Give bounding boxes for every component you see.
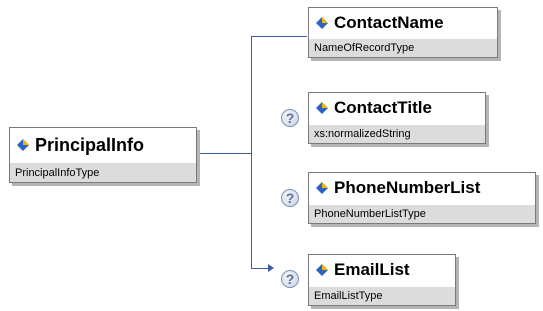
node-name: ContactTitle bbox=[334, 98, 432, 117]
element-icon bbox=[316, 264, 328, 276]
node-phonenumberlist[interactable]: PhoneNumberList PhoneNumberListType bbox=[308, 172, 536, 224]
node-name: ContactName bbox=[334, 13, 444, 32]
root-name: PrincipalInfo bbox=[35, 134, 145, 155]
node-contactname[interactable]: ContactName NameOfRecordType bbox=[308, 7, 498, 58]
node-type: EmailListType bbox=[309, 287, 455, 305]
node-emaillist[interactable]: EmailList EmailListType bbox=[308, 254, 456, 306]
node-name: EmailList bbox=[334, 260, 410, 279]
node-type: xs:normalizedString bbox=[309, 125, 485, 143]
element-icon bbox=[316, 182, 328, 194]
node-contacttitle[interactable]: ContactTitle xs:normalizedString bbox=[308, 92, 486, 144]
node-type: NameOfRecordType bbox=[309, 39, 497, 57]
element-icon bbox=[316, 102, 328, 114]
optional-icon: ? bbox=[281, 109, 299, 127]
arrow-emaillist bbox=[268, 264, 274, 272]
connector-vertical bbox=[251, 36, 252, 269]
root-node[interactable]: PrincipalInfo PrincipalInfoType bbox=[9, 127, 197, 183]
optional-icon: ? bbox=[281, 270, 299, 288]
element-icon bbox=[17, 139, 29, 151]
connector-contactname bbox=[251, 36, 307, 37]
element-icon bbox=[316, 17, 328, 29]
node-name: PhoneNumberList bbox=[334, 178, 481, 197]
node-type: PhoneNumberListType bbox=[309, 205, 535, 223]
connector-root bbox=[199, 153, 251, 154]
root-type: PrincipalInfoType bbox=[10, 163, 196, 182]
optional-icon: ? bbox=[281, 189, 299, 207]
